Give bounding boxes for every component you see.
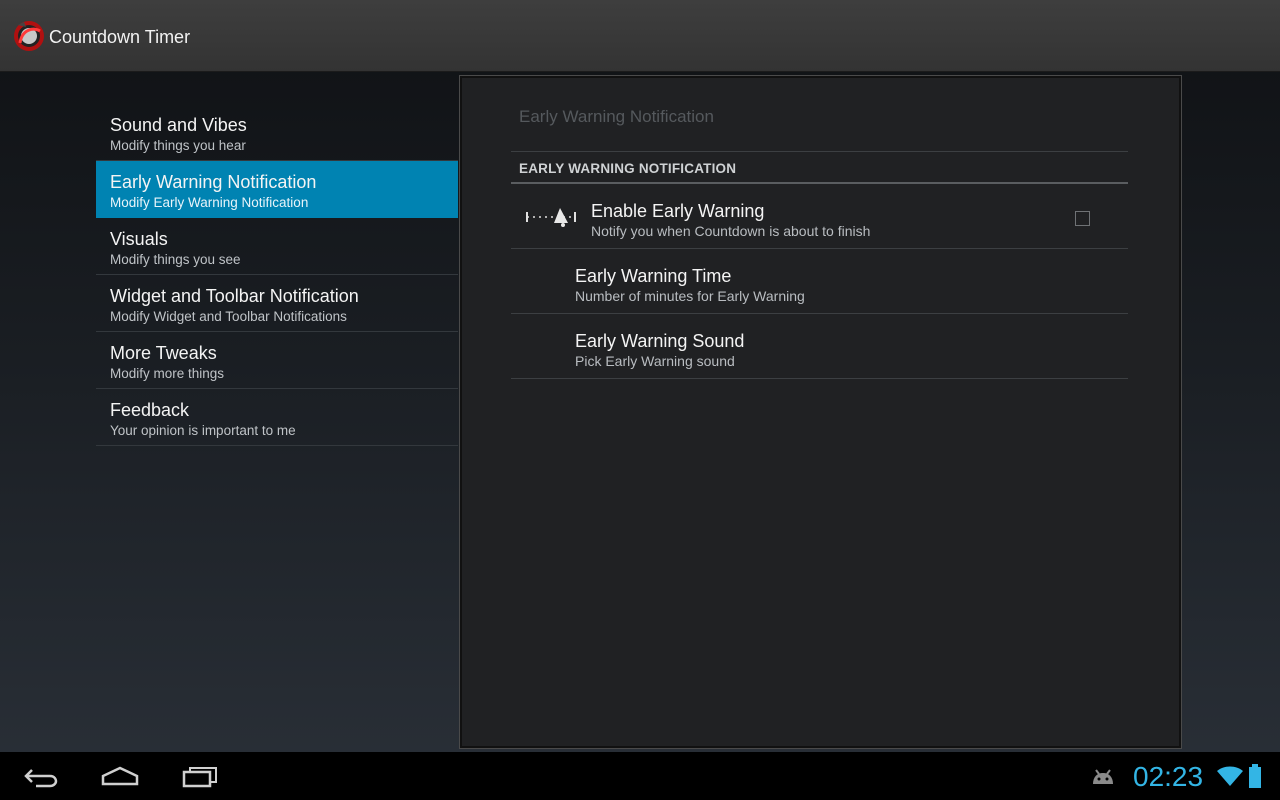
pref-enable-early-warning[interactable]: Enable Early Warning Notify you when Cou… <box>511 184 1128 249</box>
pref-title: Enable Early Warning <box>591 201 765 221</box>
divider <box>511 151 1128 152</box>
status-clock[interactable]: 02:23 <box>1133 760 1203 794</box>
category-header: EARLY WARNING NOTIFICATION <box>519 161 737 176</box>
pref-summary: Number of minutes for Early Warning <box>575 288 805 304</box>
header-summary: Modify Widget and Toolbar Notifications <box>110 309 347 324</box>
header-early-warning-notification[interactable]: Early Warning Notification Modify Early … <box>96 161 458 218</box>
panel-title: Early Warning Notification <box>519 107 714 126</box>
android-notification-icon[interactable] <box>1090 768 1116 786</box>
preference-headers-list: Sound and Vibes Modify things you hear E… <box>96 104 458 446</box>
header-widget-and-toolbar-notification[interactable]: Widget and Toolbar Notification Modify W… <box>96 275 458 332</box>
pref-early-warning-time[interactable]: Early Warning Time Number of minutes for… <box>511 249 1128 314</box>
header-summary: Modify more things <box>110 366 225 381</box>
header-summary: Modify things you hear <box>110 138 246 153</box>
wifi-icon <box>1217 766 1243 786</box>
pref-title: Early Warning Time <box>575 266 732 286</box>
home-icon[interactable] <box>100 762 140 790</box>
header-summary: Modify things you see <box>110 252 241 267</box>
pref-early-warning-sound[interactable]: Early Warning Sound Pick Early Warning s… <box>511 314 1128 379</box>
header-feedback[interactable]: Feedback Your opinion is important to me <box>96 389 458 446</box>
header-more-tweaks[interactable]: More Tweaks Modify more things <box>96 332 458 389</box>
app-title: Countdown Timer <box>49 27 191 47</box>
header-title: Feedback <box>110 400 190 420</box>
pref-summary: Pick Early Warning sound <box>575 353 735 369</box>
bell-timeline-icon <box>526 208 576 227</box>
header-title: Visuals <box>110 229 168 249</box>
header-summary: Your opinion is important to me <box>110 423 296 438</box>
enable-early-warning-checkbox[interactable] <box>1075 211 1090 226</box>
header-summary: Modify Early Warning Notification <box>110 195 309 210</box>
pref-summary: Notify you when Countdown is about to fi… <box>591 223 871 239</box>
header-sound-and-vibes[interactable]: Sound and Vibes Modify things you hear <box>96 104 458 161</box>
header-visuals[interactable]: Visuals Modify things you see <box>96 218 458 275</box>
back-icon[interactable] <box>22 762 60 790</box>
header-title: Widget and Toolbar Notification <box>110 286 359 306</box>
pref-title: Early Warning Sound <box>575 331 745 351</box>
recent-apps-icon[interactable] <box>180 762 220 790</box>
header-title: Sound and Vibes <box>110 115 247 135</box>
preferences-detail-panel: Early Warning Notification EARLY WARNING… <box>459 75 1182 749</box>
header-title: Early Warning Notification <box>110 172 317 192</box>
action-bar: Countdown Timer <box>0 0 1280 72</box>
battery-icon <box>1249 764 1261 788</box>
system-navigation-bar <box>0 752 1280 800</box>
countdown-timer-app-icon[interactable] <box>12 19 46 53</box>
header-title: More Tweaks <box>110 343 217 363</box>
